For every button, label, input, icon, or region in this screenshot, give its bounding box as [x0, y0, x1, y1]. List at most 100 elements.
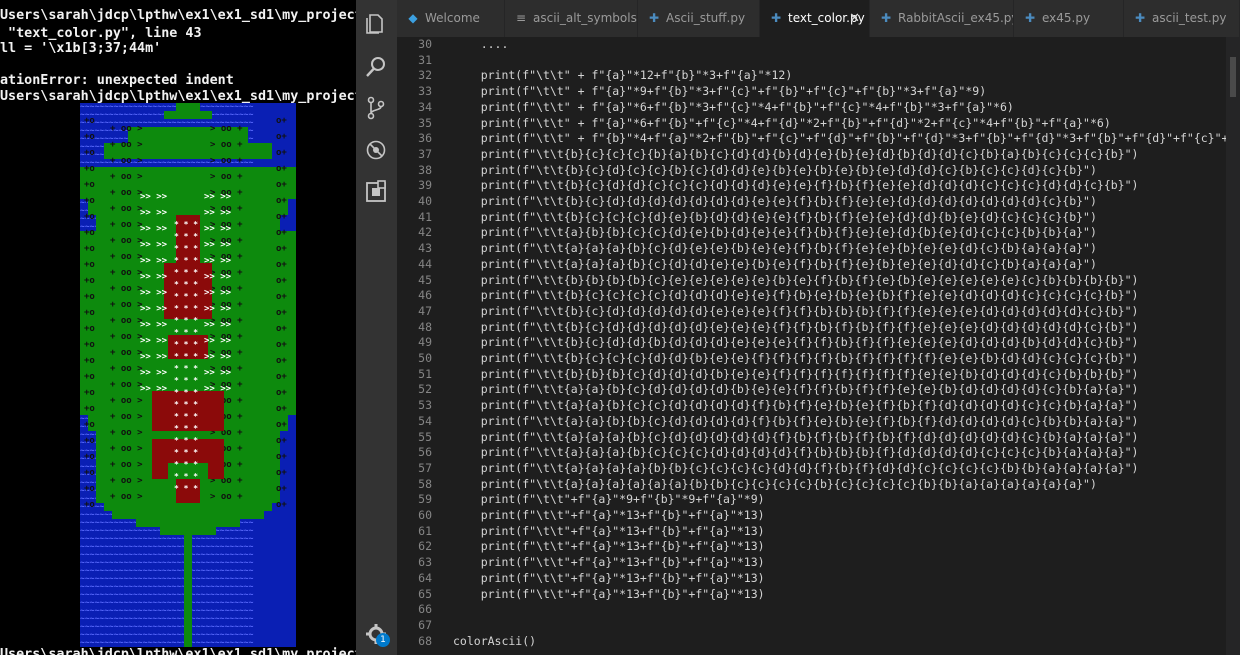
ascii-glyph: >> >> [204, 256, 232, 266]
python-icon: ✚ [1134, 11, 1146, 25]
code-line: print(f"\t\t"+f"{a}"*13+f"{b}"+f"{a}"*13… [453, 555, 765, 570]
activity-bar: 1 [356, 0, 397, 655]
ascii-glyph: >> >> [140, 240, 168, 250]
ascii-glyph: o+ [276, 260, 287, 270]
editor-scrollbar[interactable] [1226, 37, 1240, 655]
ascii-glyph: > oo + [210, 140, 243, 150]
ascii-glyph: o+ [276, 244, 287, 254]
code-line: print(f"\t\t{a}{a}{a}{b}{c}{d}{d}{e}{e}{… [453, 256, 1097, 271]
line-number: 57 [418, 460, 432, 475]
line-number: 46 [418, 288, 432, 303]
ascii-glyph: +o [84, 212, 95, 222]
ascii-glyph: o+ [276, 116, 287, 126]
ascii-glyph: > oo + [210, 156, 243, 166]
ascii-leaf [164, 111, 212, 119]
terminal-panel[interactable]: Users\sarah\jdcp\lpthw\ex1\ex1_sd1\my_pr… [0, 0, 356, 655]
ascii-glyph: o+ [276, 308, 287, 318]
ascii-leaf [104, 503, 272, 511]
files-icon[interactable] [364, 12, 388, 36]
line-number: 38 [418, 162, 432, 177]
ascii-glyph: +o [84, 452, 95, 462]
tab-text-color[interactable]: ✚ text_color.py ✕ [760, 0, 870, 37]
line-number: 63 [418, 555, 432, 570]
tab-ex45[interactable]: ✚ ex45.py [1014, 0, 1124, 37]
ascii-glyph: >> >> [204, 384, 232, 394]
ascii-glyph: * * * [174, 292, 198, 301]
code-line: print(f"\t\t{a}{a}{a}{b}{c}{d}{e}{e}{b}{… [453, 241, 1097, 256]
code-line: print(f"\t\t" + f"{b}"*4+f"{a}"*2+f"{b}"… [480, 131, 1240, 146]
ascii-glyph: * * * [174, 460, 198, 469]
tab-ascii-stuff[interactable]: ✚ Ascii_stuff.py [638, 0, 760, 37]
ascii-glyph: + oo > [110, 364, 143, 374]
ascii-glyph: >> >> [140, 304, 168, 314]
ascii-glyph: + oo > [110, 204, 143, 214]
line-number: 49 [418, 335, 432, 350]
source-control-icon[interactable] [364, 96, 388, 120]
code-line: print(f"\t\t{b}{c}{d}{d}{b}{d}{d}{d}{e}{… [453, 335, 1139, 350]
ascii-glyph: * * * [174, 376, 198, 385]
code-line: print(f"\t\t{b}{c}{d}{d}{c}{c}{c}{d}{d}{… [453, 178, 1139, 193]
ascii-glyph: o+ [276, 404, 287, 414]
code-line: print(f"\t\t{b}{c}{d}{d}{d}{d}{d}{e}{e}{… [453, 319, 1139, 334]
ascii-art-output: ~~~~~~~~~~~~~~~~~~~~~~~~~~~~~~~~~~~~~~~~… [80, 103, 296, 647]
line-number: 64 [418, 570, 432, 585]
line-number: 54 [418, 413, 432, 428]
ascii-glyph: +o [84, 308, 95, 318]
ascii-glyph: >> >> [140, 288, 168, 298]
settings-button[interactable]: 1 [364, 622, 392, 650]
ascii-glyph: +o [84, 292, 95, 302]
code-line: print(f"\t\t" + f"{a}"*12+f"{b}"*3+f"{a}… [453, 68, 793, 83]
ascii-glyph: * * * [174, 244, 198, 253]
tab-welcome[interactable]: ◆ Welcome [397, 0, 505, 37]
code-line: .... [453, 37, 509, 51]
ascii-glyph: + oo > [110, 236, 143, 246]
ascii-glyph: +o [84, 196, 95, 206]
line-number: 48 [418, 319, 432, 334]
ascii-glyph: + oo > [110, 444, 143, 454]
ascii-glyph: >> >> [204, 208, 232, 218]
tab-ascii-test[interactable]: ✚ ascii_test.py [1124, 0, 1240, 37]
ascii-glyph: >> >> [140, 224, 168, 234]
ascii-glyph: + oo > [110, 380, 143, 390]
ascii-glyph: * * * [174, 328, 198, 337]
ascii-glyph: * * * [174, 268, 198, 277]
extensions-icon[interactable] [364, 180, 388, 204]
line-number: 67 [418, 617, 432, 632]
ascii-glyph: o+ [276, 452, 287, 462]
ascii-glyph: +o [84, 132, 95, 142]
ascii-glyph: >> >> [140, 384, 168, 394]
ascii-glyph: * * * [174, 280, 198, 289]
ascii-glyph: + oo > [110, 140, 143, 150]
line-number: 32 [418, 68, 432, 83]
ascii-glyph: * * * [174, 256, 198, 265]
code-line: print(f"\t\t{a}{a}{a}{b}{c}{c}{c}{d}{d}{… [453, 445, 1139, 460]
settings-badge: 1 [376, 633, 390, 647]
code-line: print(f"\t\t{a}{a}{a}{a}{a}{a}{b}{b}{c}{… [453, 476, 1097, 491]
line-number: 36 [418, 131, 432, 146]
ascii-glyph: + oo > [110, 172, 143, 182]
ascii-glyph: o+ [276, 340, 287, 350]
line-number: 33 [418, 84, 432, 99]
tab-ascii-alt-symbols[interactable]: ≡ascii_alt_symbols.txt [505, 0, 638, 37]
ascii-glyph: o+ [276, 420, 287, 430]
ascii-glyph: >> >> [204, 288, 232, 298]
ascii-glyph: * * * [174, 400, 198, 409]
ascii-glyph: o+ [276, 276, 287, 286]
search-icon[interactable] [364, 55, 388, 79]
ascii-glyph: * * * [174, 388, 198, 397]
debug-icon[interactable] [364, 138, 388, 162]
code-line: print(f"\t\t" + f"{a}"*9+f"{b}"*3+f"{c}"… [453, 84, 987, 99]
ascii-glyph: +o [84, 468, 95, 478]
ascii-glyph: o+ [276, 324, 287, 334]
ascii-glyph: o+ [276, 180, 287, 190]
ascii-glyph: + oo > [110, 284, 143, 294]
code-line: print(f"\t\t"+f"{a}"*13+f"{b}"+f"{a}"*13… [453, 508, 765, 522]
ascii-glyph: + oo > [110, 492, 143, 502]
ascii-glyph: + oo > [110, 220, 143, 230]
code-line: print(f"\t\t"+f"{a}"*9+f"{b}"*9+f"{a}"*9… [453, 492, 765, 507]
code-editor[interactable]: 30 .... 31 32 print(f"\t\t" + f"{a}"*12+f"… [397, 37, 1240, 655]
ascii-glyph: * * * [174, 352, 198, 361]
tab-rabbit-ascii[interactable]: ✚ RabbitAscii_ex45.py [870, 0, 1014, 37]
line-number: 59 [418, 492, 432, 507]
close-icon[interactable]: ✕ [849, 0, 860, 37]
